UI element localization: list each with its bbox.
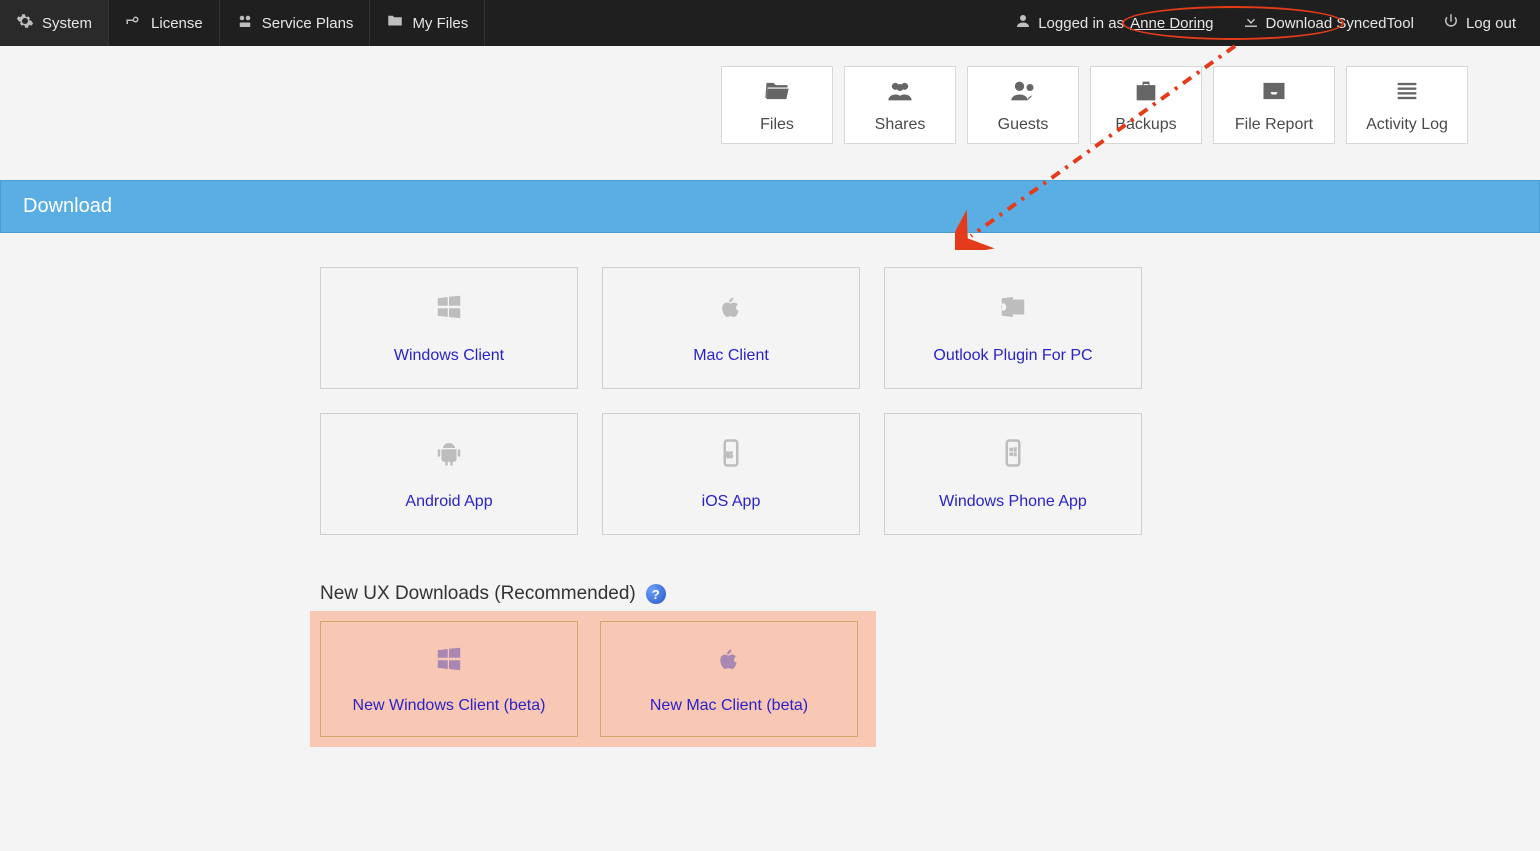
top-navbar: System License Service Plans My Files Lo… [0,0,1540,46]
nav-left: System License Service Plans My Files [0,0,485,46]
nav-right: Logged in as Anne Doring Download Synced… [1000,0,1540,46]
download-icon [1242,12,1260,34]
nav-service-plans[interactable]: Service Plans [220,0,371,46]
tile-label: File Report [1235,116,1313,134]
new-windows-client-beta[interactable]: New Windows Client (beta) [320,621,578,737]
tile-files[interactable]: Files [721,66,833,144]
windows-icon [434,292,464,327]
download-label: Mac Client [693,347,769,365]
download-label: New Windows Client (beta) [353,697,546,715]
apple-icon [716,292,746,327]
android-icon [434,438,464,473]
ios-phone-icon [716,438,746,473]
nav-my-files-label: My Files [412,15,468,32]
download-label: Windows Phone App [939,493,1087,511]
tile-label: Shares [875,116,926,134]
nav-license[interactable]: License [109,0,220,46]
guests-icon [1006,77,1040,110]
new-ux-downloads: New Windows Client (beta) New Mac Client… [310,611,876,747]
download-grid: Windows Client Mac Client Outlook Plugin… [320,267,1540,535]
download-outlook-plugin[interactable]: Outlook Plugin For PC [884,267,1142,389]
tile-label: Guests [998,116,1049,134]
logged-in-user: Logged in as Anne Doring [1000,12,1227,34]
tile-activity-log[interactable]: Activity Log [1346,66,1468,144]
folder-open-icon [760,77,794,110]
nav-my-files[interactable]: My Files [370,0,485,46]
nav-service-plans-label: Service Plans [262,15,354,32]
download-label: New Mac Client (beta) [650,697,808,715]
inbox-icon [1257,77,1291,110]
download-label: iOS App [702,493,761,511]
nav-system[interactable]: System [0,0,109,46]
new-mac-client-beta[interactable]: New Mac Client (beta) [600,621,858,737]
power-icon [1442,12,1460,34]
folder-icon [386,12,404,34]
logout-link[interactable]: Log out [1428,12,1530,34]
nav-system-label: System [42,15,92,32]
new-ux-heading-label: New UX Downloads (Recommended) [320,583,636,605]
user-name-link[interactable]: Anne Doring [1130,15,1213,32]
download-windows-client[interactable]: Windows Client [320,267,578,389]
download-label: Outlook Plugin For PC [933,347,1092,365]
download-ios-app[interactable]: iOS App [602,413,860,535]
plans-icon [236,12,254,34]
windows-phone-icon [998,438,1028,473]
key-icon [125,12,143,34]
download-windows-phone-app[interactable]: Windows Phone App [884,413,1142,535]
outlook-icon [998,292,1028,327]
download-syncedtool-link[interactable]: Download SyncedTool [1228,12,1428,34]
download-mac-client[interactable]: Mac Client [602,267,860,389]
download-label: Android App [405,493,492,511]
tile-shares[interactable]: Shares [844,66,956,144]
logged-in-prefix: Logged in as [1038,15,1124,32]
download-label: Windows Client [394,347,504,365]
download-heading: Download [0,180,1540,233]
group-icon [883,77,917,110]
briefcase-icon [1129,77,1163,110]
user-icon [1014,12,1032,34]
tile-label: Activity Log [1366,116,1448,134]
tile-guests[interactable]: Guests [967,66,1079,144]
apple-icon [714,644,744,679]
tile-backups[interactable]: Backups [1090,66,1202,144]
download-syncedtool-label: Download SyncedTool [1266,15,1414,32]
help-icon[interactable]: ? [646,584,666,604]
download-android-app[interactable]: Android App [320,413,578,535]
logout-label: Log out [1466,15,1516,32]
tile-file-report[interactable]: File Report [1213,66,1335,144]
list-icon [1390,77,1424,110]
tile-label: Backups [1115,116,1176,134]
new-ux-heading: New UX Downloads (Recommended) ? [320,583,1540,605]
tile-row: Files Shares Guests Backups File Report … [0,46,1540,144]
gear-icon [16,12,34,34]
tile-label: Files [760,116,794,134]
nav-license-label: License [151,15,203,32]
windows-icon [434,644,464,679]
